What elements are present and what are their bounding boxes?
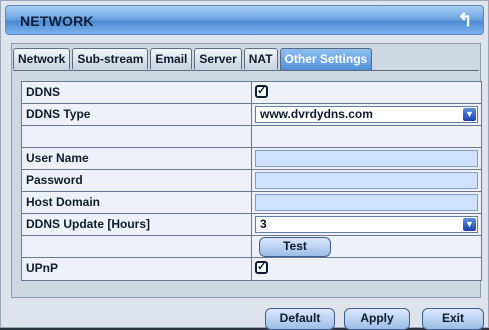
password-label: Password [26,173,83,187]
tab-bar: Network Sub-stream Email Server NAT Othe… [13,48,373,71]
column-divider [251,192,252,213]
ddns-type-value: www.dvrdydns.com [260,107,373,121]
column-divider [251,258,252,280]
upnp-cell: ✓ [255,260,478,277]
ddns-update-value: 3 [260,217,267,231]
column-divider [251,104,252,125]
ddns-update-label: DDNS Update [Hours] [26,217,151,231]
password-input[interactable] [255,172,478,189]
tab-email[interactable]: Email [150,48,193,69]
row-ddns-type: DDNS Type www.dvrdydns.com ▼ [22,104,481,126]
upnp-label: UPnP [26,261,59,275]
default-button[interactable]: Default [265,308,335,330]
exit-button[interactable]: Exit [422,308,484,330]
ddns-type-cell: www.dvrdydns.com ▼ [255,106,478,123]
row-password: Password [22,170,481,192]
row-test: Test [22,236,481,258]
user-name-label: User Name [26,151,89,165]
test-button[interactable]: Test [259,237,331,257]
upnp-checkbox[interactable]: ✓ [255,261,268,274]
ddns-type-label: DDNS Type [26,107,91,121]
settings-table: DDNS ✓ DDNS Type www.dvrdydns.com ▼ User… [21,81,482,281]
column-divider [251,170,252,191]
network-settings-window: NETWORK ↰ Network Sub-stream Email Serve… [0,0,489,330]
ddns-label: DDNS [26,85,61,99]
tab-other-settings[interactable]: Other Settings [279,48,373,71]
host-domain-cell [255,194,478,211]
row-empty [22,126,481,148]
row-user-name: User Name [22,148,481,170]
ddns-cell: ✓ [255,84,478,101]
tab-network[interactable]: Network [13,48,71,69]
ddns-update-cell: 3 ▼ [255,216,478,233]
host-domain-label: Host Domain [26,195,101,209]
row-upnp: UPnP ✓ [22,258,481,280]
column-divider [251,126,252,147]
host-domain-input[interactable] [255,194,478,211]
ddns-checkbox[interactable]: ✓ [255,85,268,98]
column-divider [251,148,252,169]
row-host-domain: Host Domain [22,192,481,214]
ddns-update-select[interactable]: 3 ▼ [255,216,478,233]
column-divider [251,214,252,235]
dropdown-arrow-icon[interactable]: ▼ [463,108,476,121]
row-ddns-update: DDNS Update [Hours] 3 ▼ [22,214,481,236]
user-name-cell [255,150,478,167]
title-bar: NETWORK ↰ [5,5,484,35]
back-arrow-icon[interactable]: ↰ [455,10,475,30]
column-divider [251,82,252,103]
row-ddns: DDNS ✓ [22,82,481,104]
tab-server[interactable]: Server [194,48,242,69]
apply-button[interactable]: Apply [344,308,410,330]
ddns-type-select[interactable]: www.dvrdydns.com ▼ [255,106,478,123]
password-cell [255,172,478,189]
window-title: NETWORK [20,13,94,29]
user-name-input[interactable] [255,150,478,167]
tab-sub-stream[interactable]: Sub-stream [72,48,149,69]
dropdown-arrow-icon[interactable]: ▼ [463,218,476,231]
tab-underline [13,70,479,71]
column-divider [251,236,252,257]
tab-nat[interactable]: NAT [243,48,278,69]
